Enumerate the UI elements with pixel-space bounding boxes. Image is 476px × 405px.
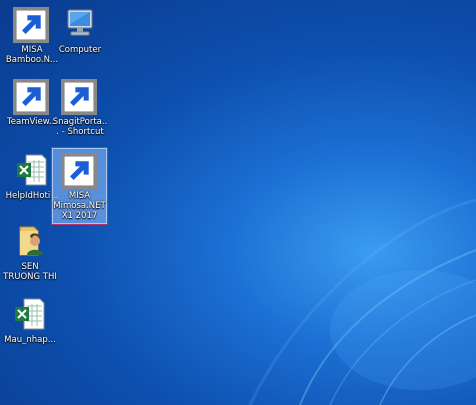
desktop-icon-misa-mimosa[interactable]: MISA Mimosa.NET X1 2017	[51, 147, 108, 225]
desktop[interactable]: MISA Bamboo.N... Computer TeamView... Sn…	[0, 0, 476, 405]
icon-label: SEN TRUONG THI	[3, 262, 57, 282]
misa-mimosa-icon	[60, 152, 98, 189]
icon-label: Computer	[58, 45, 102, 55]
shortcut-arrow-icon	[13, 7, 49, 43]
excel-icon	[14, 152, 50, 188]
icon-label: MISA Mimosa.NET X1 2017	[53, 191, 106, 221]
snagit-icon	[61, 78, 98, 115]
shortcut-arrow-icon	[61, 79, 97, 115]
desktop-icon-mau-nhap[interactable]: Mau_nhap...	[2, 296, 58, 345]
shortcut-arrow-icon	[13, 79, 49, 115]
icon-label: SnagitPorta... - Shortcut	[52, 117, 108, 137]
excel-icon	[12, 296, 48, 332]
user-folder-icon	[12, 223, 48, 259]
misa-bamboo-icon	[13, 6, 50, 43]
icon-label: Mau_nhap...	[4, 335, 56, 345]
teamviewer-icon	[13, 78, 50, 115]
desktop-icon-sen-truong-thi[interactable]: SEN TRUONG THI	[2, 223, 58, 282]
computer-icon	[62, 6, 98, 42]
desktop-icon-snagit[interactable]: SnagitPorta... - Shortcut	[52, 78, 108, 137]
shortcut-arrow-icon	[60, 153, 97, 189]
desktop-icon-computer[interactable]: Computer	[52, 6, 108, 55]
